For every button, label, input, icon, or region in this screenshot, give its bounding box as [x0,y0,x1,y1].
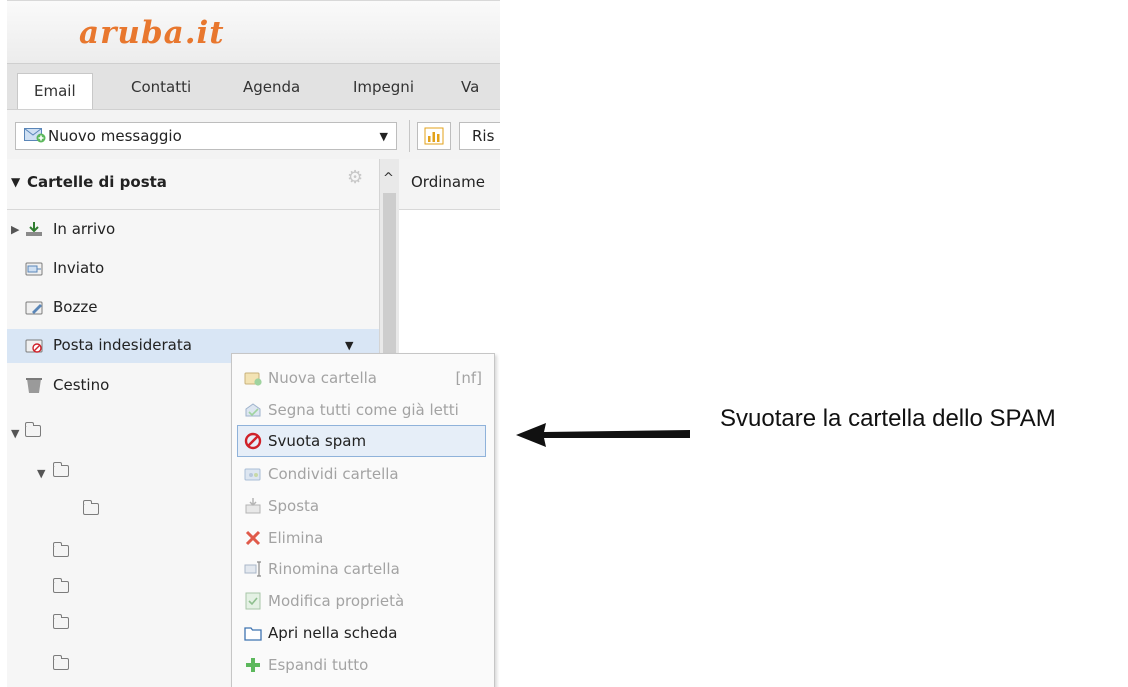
trash-icon [26,378,42,393]
folder-icon[interactable] [52,462,69,477]
expand-plus-icon [246,658,260,672]
menu-item-label: Elimina [268,529,324,547]
folder-icon[interactable] [24,422,41,437]
tab-agenda[interactable]: Agenda [243,78,300,96]
gear-icon[interactable]: ⚙ [347,167,363,188]
stats-button[interactable] [417,122,451,150]
toolbar-divider [409,120,410,152]
folder-label: Bozze [53,298,98,316]
folder-icon[interactable] [52,578,69,593]
folder-icon[interactable] [82,500,99,515]
header-bar: aruba.it [7,1,500,63]
scroll-up-icon[interactable]: ^ [383,171,394,186]
menu-item-elimina[interactable]: Elimina [232,522,494,554]
folder-icon[interactable] [52,542,69,557]
inbox-download-icon [26,222,42,236]
folders-header: ▼ Cartelle di posta ⚙ [7,159,379,210]
expand-triangle-icon[interactable]: ▼ [11,427,19,440]
folders-header-label: Cartelle di posta [27,173,167,191]
folder-label: Posta indesiderata [53,336,192,354]
dropdown-caret-icon[interactable]: ▼ [380,130,388,143]
folder-icon[interactable] [52,614,69,629]
annotation-arrow [516,423,690,447]
sort-header[interactable]: Ordiname [399,159,500,210]
delete-x-icon [245,530,261,546]
folder-label: In arrivo [53,220,116,238]
share-folder-icon [244,468,261,481]
rename-icon [244,561,261,577]
menu-item-apri-nella-scheda[interactable]: Apri nella scheda [232,617,494,649]
aruba-logo: aruba.it [79,15,225,51]
folder-label: Inviato [53,259,105,277]
drafts-folder-icon [25,301,43,315]
new-message-label: Nuovo messaggio [48,127,182,145]
prohibited-icon [244,432,262,450]
tab-contatti[interactable]: Contatti [131,78,191,96]
envelope-plus-icon [24,128,46,143]
spam-folder-icon [25,339,43,353]
partial-toolbar-button[interactable]: Ris [459,122,500,150]
annotation-caption: Svuotare la cartella dello SPAM [720,405,1056,432]
expand-triangle-icon[interactable]: ▼ [37,467,45,480]
folder-cestino[interactable]: Cestino [7,369,233,403]
folder-menu-caret-icon[interactable]: ▼ [345,339,353,352]
menu-item-label: Sposta [268,497,320,515]
app-tabs: Email Contatti Agenda Impegni Va [7,63,500,110]
menu-item-espandi-tutto[interactable]: Espandi tutto [232,649,494,681]
expand-triangle-icon[interactable]: ▶ [11,223,19,236]
menu-item-label: Svuota spam [268,432,367,450]
menu-item-label: Condividi cartella [268,465,399,483]
menu-item-modifica-proprieta[interactable]: Modifica proprietà [232,585,494,617]
menu-item-label: Nuova cartella [268,369,377,387]
folder-icon[interactable] [52,655,69,670]
menu-item-nuova-cartella[interactable]: Nuova cartella [nf] [232,362,494,394]
menu-item-label: Apri nella scheda [268,624,398,642]
new-message-button[interactable]: Nuovo messaggio ▼ [15,122,397,150]
menu-item-sposta[interactable]: Sposta [232,490,494,522]
tab-email[interactable]: Email [17,73,93,110]
toolbar: Nuovo messaggio ▼ Ris [7,109,500,161]
folder-inviato[interactable]: Inviato [7,252,379,286]
menu-item-condividi-cartella[interactable]: Condividi cartella [232,458,494,490]
bar-chart-icon [424,127,444,145]
folder-bozze[interactable]: Bozze [7,291,379,325]
folder-in-arrivo[interactable]: ▶ In arrivo [7,213,379,247]
webmail-screenshot: aruba.it Email Contatti Agenda Impegni V… [7,0,500,687]
tab-partial[interactable]: Va [461,78,479,96]
folder-label: Cestino [53,376,110,394]
move-icon [245,498,261,514]
menu-item-segna-letti[interactable]: Segna tutti come già letti [232,394,494,426]
folder-context-menu: Nuova cartella [nf] Segna tutti come già… [231,353,495,687]
edit-properties-icon [245,592,261,610]
menu-item-label: Modifica proprietà [268,592,405,610]
new-folder-icon [244,372,262,386]
menu-item-label: Segna tutti come già letti [268,401,459,419]
tab-impegni[interactable]: Impegni [353,78,414,96]
menu-item-shortcut: [nf] [455,369,483,387]
menu-item-label: Espandi tutto [268,656,369,674]
menu-item-label: Rinomina cartella [268,560,400,578]
sent-folder-icon [25,262,43,276]
collapse-triangle-icon[interactable]: ▼ [11,175,20,189]
menu-item-svuota-spam[interactable]: Svuota spam [237,425,486,457]
menu-item-rinomina-cartella[interactable]: Rinomina cartella [232,553,494,585]
open-in-tab-icon [244,627,262,641]
mark-read-icon [245,403,261,417]
sort-header-label: Ordiname [411,173,485,191]
